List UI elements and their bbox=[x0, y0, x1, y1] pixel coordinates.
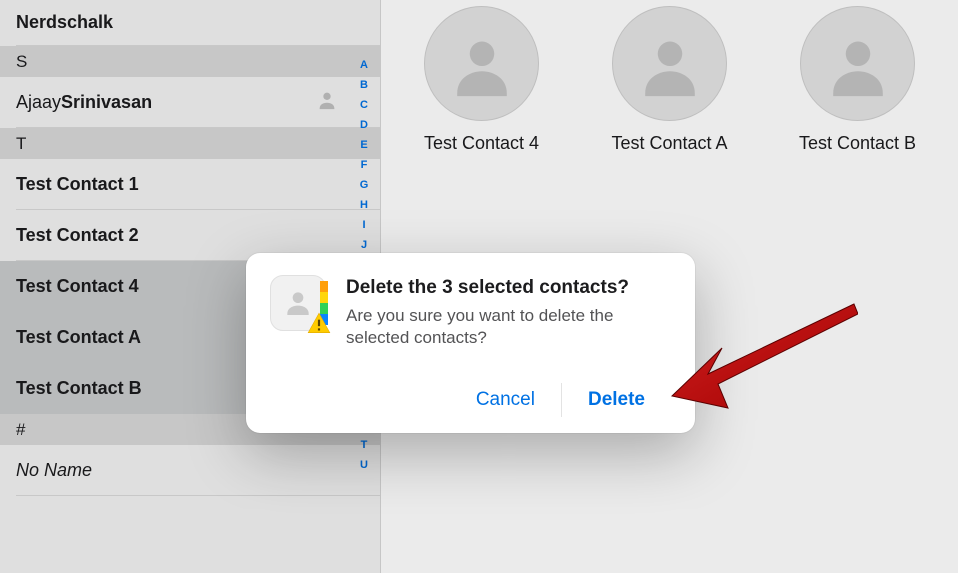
contact-row[interactable]: No Name bbox=[16, 445, 380, 496]
contacts-app-warning-icon bbox=[270, 275, 326, 331]
contact-card-name: Test Contact B bbox=[799, 133, 916, 154]
me-card-icon bbox=[316, 89, 338, 116]
contact-first-name: Ajaay bbox=[16, 92, 61, 113]
contact-first-name: Test Contact B bbox=[16, 378, 142, 399]
selected-contact-card[interactable]: Test Contact 4 bbox=[424, 6, 540, 154]
section-header: T bbox=[0, 128, 380, 159]
contact-row[interactable]: Ajaay Srinivasan bbox=[16, 77, 380, 128]
index-letter[interactable]: T bbox=[361, 440, 368, 451]
index-letter[interactable]: J bbox=[361, 240, 367, 251]
contact-row[interactable]: Nerdschalk bbox=[16, 0, 380, 46]
index-letter[interactable]: I bbox=[362, 220, 365, 231]
index-letter[interactable]: A bbox=[360, 60, 368, 71]
dialog-title: Delete the 3 selected contacts? bbox=[346, 277, 671, 299]
contact-first-name: Test Contact A bbox=[16, 327, 141, 348]
contact-first-name: Test Contact 2 bbox=[16, 225, 139, 246]
contact-first-name: Nerdschalk bbox=[16, 12, 113, 33]
selected-contact-card[interactable]: Test Contact B bbox=[800, 6, 916, 154]
avatar-placeholder-icon bbox=[612, 6, 727, 121]
avatar-placeholder-icon bbox=[800, 6, 915, 121]
selected-contact-card[interactable]: Test Contact A bbox=[612, 6, 728, 154]
contact-first-name: No Name bbox=[16, 460, 92, 481]
index-letter[interactable]: B bbox=[360, 80, 368, 91]
index-letter[interactable]: F bbox=[361, 160, 368, 171]
avatar-placeholder-icon bbox=[424, 6, 539, 121]
index-letter[interactable]: E bbox=[360, 140, 367, 151]
index-letter[interactable]: D bbox=[360, 120, 368, 131]
contact-row[interactable]: Test Contact 1 bbox=[16, 159, 380, 210]
index-letter[interactable]: U bbox=[360, 460, 368, 471]
index-letter[interactable]: H bbox=[360, 200, 368, 211]
contact-card-name: Test Contact 4 bbox=[424, 133, 539, 154]
index-letter[interactable]: C bbox=[360, 100, 368, 111]
contact-card-name: Test Contact A bbox=[611, 133, 727, 154]
cancel-button[interactable]: Cancel bbox=[450, 377, 561, 423]
delete-button[interactable]: Delete bbox=[562, 377, 671, 423]
dialog-message: Are you sure you want to delete the sele… bbox=[346, 305, 671, 349]
contact-first-name: Test Contact 1 bbox=[16, 174, 139, 195]
section-header: S bbox=[0, 46, 380, 77]
delete-confirm-dialog: Delete the 3 selected contacts? Are you … bbox=[246, 253, 695, 433]
contact-last-name: Srinivasan bbox=[61, 92, 152, 113]
contact-first-name: Test Contact 4 bbox=[16, 276, 139, 297]
index-letter[interactable]: G bbox=[360, 180, 369, 191]
